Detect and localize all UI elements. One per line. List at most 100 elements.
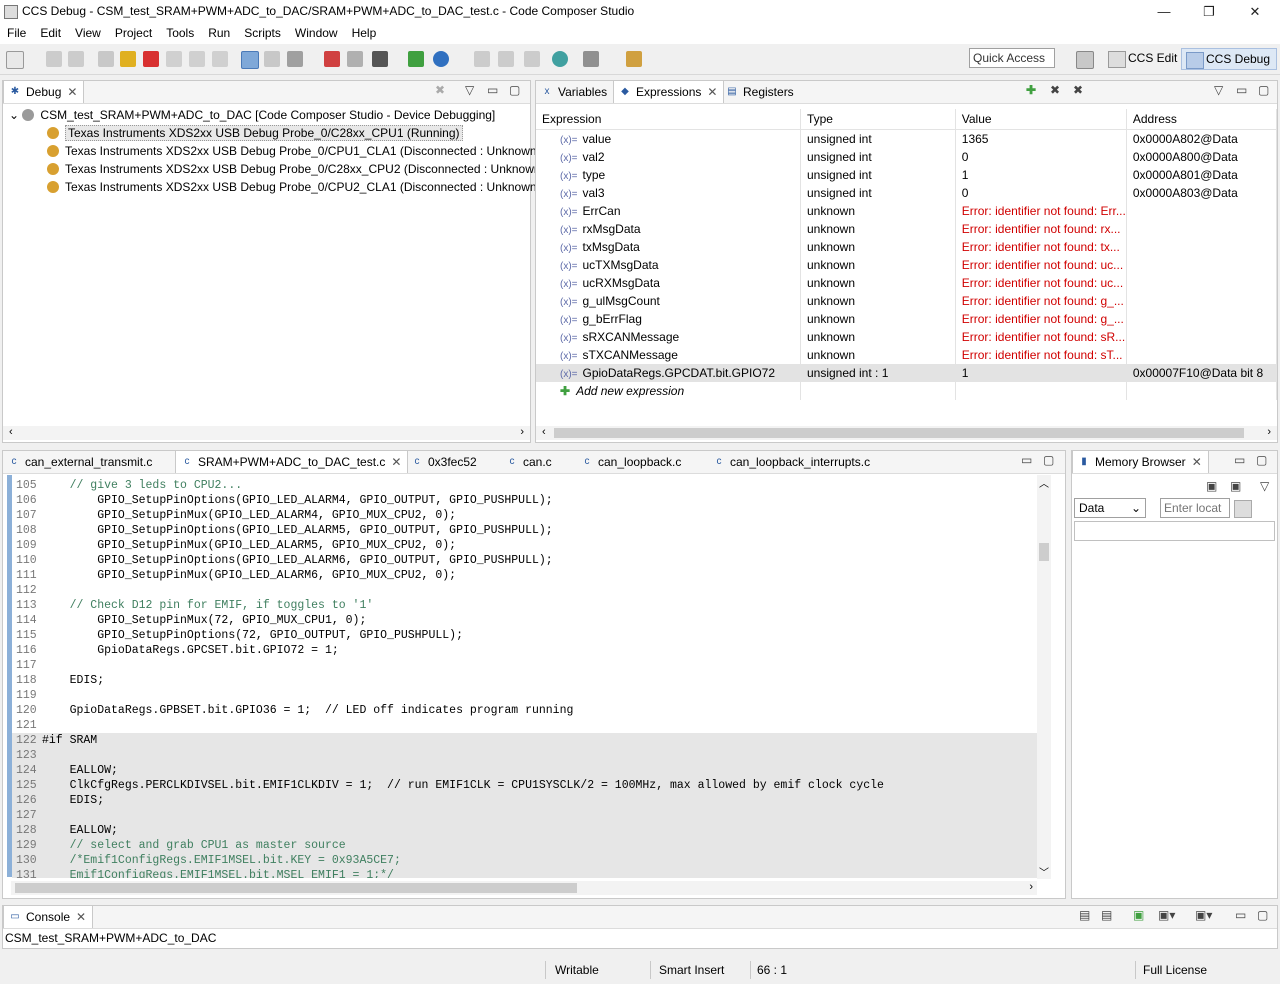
debug-target-cpu2-cla1[interactable]: Texas Instruments XDS2xx USB Debug Probe…	[47, 178, 541, 196]
expression-value[interactable]: Error: identifier not found: tx...	[955, 238, 1127, 256]
code-line[interactable]: 111 GPIO_SetupPinMux(GPIO_LED_ALARM6, GP…	[12, 568, 1038, 583]
expression-row[interactable]: (x)= ErrCan unknown Error: identifier not f…	[536, 202, 1277, 220]
tab-debug[interactable]: ✱ Debug ✕	[3, 81, 85, 103]
new-icon[interactable]	[6, 51, 24, 69]
close-icon[interactable]: ✕	[707, 85, 717, 99]
tab-registers[interactable]: ▤ Registers	[721, 81, 800, 103]
tab-expressions[interactable]: ◆ Expressions ✕	[613, 81, 725, 103]
debug-root-node[interactable]: ⌄ CSM_test_SRAM+PWM+ADC_to_DAC [Code Com…	[9, 106, 495, 124]
save-icon[interactable]	[46, 51, 62, 67]
display-console-icon[interactable]: ▣▾	[1158, 908, 1175, 922]
maximize-icon[interactable]: ▢	[509, 83, 520, 97]
code-line[interactable]: 114 GPIO_SetupPinMux(72, GPIO_MUX_CPU1, …	[12, 613, 1038, 628]
scroll-down-icon[interactable]: ﹀	[1039, 864, 1049, 879]
menu-project[interactable]: Project	[108, 24, 159, 40]
expression-value[interactable]: Error: identifier not found: Err...	[955, 202, 1127, 220]
disconnect-icon[interactable]	[264, 51, 280, 67]
code-line[interactable]: 105 // give 3 leds to CPU2...	[12, 478, 1038, 493]
code-line[interactable]: 117	[12, 658, 1038, 673]
expression-row[interactable]: (x)= type unsigned int 1 0x0000A801@Data	[536, 166, 1277, 184]
reset-icon[interactable]	[524, 51, 540, 67]
debug-target-cpu2[interactable]: Texas Instruments XDS2xx USB Debug Probe…	[47, 160, 545, 178]
clear-console-icon[interactable]: ▤	[1079, 908, 1090, 922]
quick-access-input[interactable]: Quick Access	[969, 48, 1055, 68]
remove-terminated-icon[interactable]: ✖	[435, 83, 445, 97]
debug-target-cpu1[interactable]: Texas Instruments XDS2xx USB Debug Probe…	[47, 124, 463, 142]
code-line[interactable]: 115 GPIO_SetupPinOptions(72, GPIO_OUTPUT…	[12, 628, 1038, 643]
view-menu-icon[interactable]: ▽	[1260, 479, 1269, 493]
scroll-lock-icon[interactable]: ▤	[1101, 908, 1112, 922]
maximize-button[interactable]: ❐	[1189, 2, 1229, 22]
scroll-right-icon[interactable]: ›	[1029, 881, 1033, 893]
minimize-icon[interactable]: ▭	[1235, 908, 1246, 922]
tab-address[interactable]: c 0x3fec52	[406, 451, 483, 473]
debug-config-icon[interactable]	[372, 51, 388, 67]
minimize-button[interactable]: —	[1144, 2, 1184, 22]
assembly-step-icon[interactable]	[474, 51, 490, 67]
view-menu-icon[interactable]: ▽	[1214, 83, 1223, 97]
tab-variables[interactable]: x Variables	[536, 81, 613, 103]
col-value[interactable]: Value	[955, 109, 1127, 130]
scroll-right-icon[interactable]: ›	[520, 426, 524, 438]
remove-all-icon[interactable]: ✖	[1073, 83, 1083, 97]
expression-value[interactable]: 1365	[955, 129, 1127, 148]
breakpoint-icon[interactable]	[324, 51, 340, 67]
collapse-icon[interactable]: ⌄	[9, 108, 19, 122]
code-line[interactable]: 118 EDIS;	[12, 673, 1038, 688]
menu-edit[interactable]: Edit	[33, 24, 68, 40]
code-line[interactable]: 109 GPIO_SetupPinMux(GPIO_LED_ALARM5, GP…	[12, 538, 1038, 553]
resume-icon[interactable]	[98, 51, 114, 67]
expression-value[interactable]: Error: identifier not found: uc...	[955, 274, 1127, 292]
code-line[interactable]: 107 GPIO_SetupPinMux(GPIO_LED_ALARM4, GP…	[12, 508, 1038, 523]
code-line[interactable]: 119	[12, 688, 1038, 703]
col-expression[interactable]: Expression	[536, 109, 801, 130]
code-line[interactable]: 126 EDIS;	[12, 793, 1038, 808]
expression-row[interactable]: (x)= ucRXMsgData unknown Error: identifier …	[536, 274, 1277, 292]
tab-sram-test[interactable]: c SRAM+PWM+ADC_to_DAC_test.c ✕	[175, 451, 409, 473]
expression-row[interactable]: (x)= sRXCANMessage unknown Error: identifie…	[536, 328, 1277, 346]
maximize-icon[interactable]: ▢	[1043, 453, 1054, 467]
run-icon[interactable]	[433, 51, 449, 67]
add-expression-cell[interactable]: ✚ Add new expression	[536, 382, 801, 400]
scroll-right-icon[interactable]: ›	[1267, 426, 1271, 438]
code-line[interactable]: 106 GPIO_SetupPinOptions(GPIO_LED_ALARM4…	[12, 493, 1038, 508]
menu-view[interactable]: View	[68, 24, 108, 40]
expression-row[interactable]: (x)= GpioDataRegs.GPCDAT.bit.GPIO72 unsign…	[536, 364, 1277, 382]
close-icon[interactable]: ✕	[391, 455, 401, 469]
code-line[interactable]: 124 EALLOW;	[12, 763, 1038, 778]
assembly-over-icon[interactable]	[498, 51, 514, 67]
add-expression-row[interactable]: ✚ Add new expression	[536, 382, 1277, 400]
debug-target-cla1[interactable]: Texas Instruments XDS2xx USB Debug Probe…	[47, 142, 541, 160]
expressions-hscroll[interactable]: ‹ ›	[536, 426, 1277, 440]
new-tab-icon[interactable]: ▣	[1206, 479, 1217, 493]
view-menu-icon[interactable]: ▽	[465, 83, 474, 97]
expression-value[interactable]: Error: identifier not found: g_...	[955, 292, 1127, 310]
minimize-icon[interactable]: ▭	[487, 83, 498, 97]
editor-hscroll[interactable]: ›	[11, 881, 1037, 895]
add-expression-icon[interactable]: ✚	[1026, 83, 1036, 97]
tools-icon[interactable]	[583, 51, 599, 67]
code-line[interactable]: 127	[12, 808, 1038, 823]
memory-location-input[interactable]	[1160, 498, 1230, 518]
search-icon[interactable]	[552, 51, 568, 67]
open-console-icon[interactable]: ▣▾	[1195, 908, 1212, 922]
code-line[interactable]: 116 GpioDataRegs.GPCSET.bit.GPIO72 = 1;	[12, 643, 1038, 658]
step-into-icon[interactable]	[166, 51, 182, 67]
connect-target-icon[interactable]	[241, 51, 259, 69]
maximize-icon[interactable]: ▢	[1258, 83, 1269, 97]
expression-row[interactable]: (x)= ucTXMsgData unknown Error: identifier …	[536, 256, 1277, 274]
menu-scripts[interactable]: Scripts	[237, 24, 288, 40]
close-icon[interactable]: ✕	[67, 85, 77, 99]
code-line[interactable]: 113 // Check D12 pin for EMIF, if toggle…	[12, 598, 1038, 613]
expression-value[interactable]: 1	[955, 166, 1127, 184]
expression-row[interactable]: (x)= sTXCANMessage unknown Error: identifie…	[536, 346, 1277, 364]
external-tools-icon[interactable]	[626, 51, 642, 67]
open-perspective-icon[interactable]	[1076, 51, 1094, 69]
code-line[interactable]: 121	[12, 718, 1038, 733]
menu-tools[interactable]: Tools	[159, 24, 201, 40]
scroll-thumb[interactable]	[554, 428, 1244, 438]
expression-row[interactable]: (x)= rxMsgData unknown Error: identifier no…	[536, 220, 1277, 238]
expression-value[interactable]: 0	[955, 148, 1127, 166]
scroll-left-icon[interactable]: ‹	[542, 426, 546, 438]
go-icon[interactable]	[1234, 500, 1252, 518]
